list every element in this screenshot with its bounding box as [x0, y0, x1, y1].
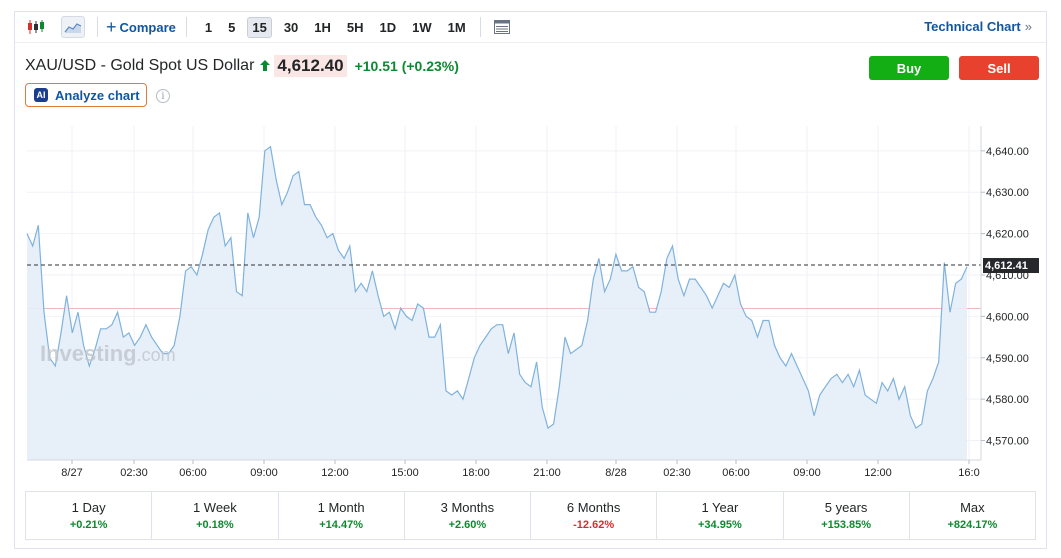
performance-change: +0.21% — [69, 519, 108, 531]
performance-cell[interactable]: 1 Week +0.18% — [152, 492, 279, 539]
compare-label: Compare — [119, 19, 176, 35]
watermark-suffix: .com — [137, 345, 176, 365]
candlestick-icon[interactable] — [25, 16, 47, 38]
performance-cell[interactable]: 1 Day +0.21% — [26, 492, 153, 539]
instrument-name: XAU/USD - Gold Spot US Dollar — [25, 57, 255, 74]
price-change-percent: (+0.23%) — [401, 58, 459, 74]
performance-cell[interactable]: 6 Months -12.62% — [531, 492, 658, 539]
y-tick-label: 4,640.00 — [986, 146, 1029, 158]
y-tick-label: 4,570.00 — [986, 436, 1029, 448]
up-arrow-icon — [260, 59, 271, 74]
x-tick-label: 09:00 — [250, 467, 278, 479]
x-tick-label: 02:30 — [663, 467, 691, 479]
performance-period: 1 Month — [317, 500, 365, 515]
performance-period: 1 Week — [192, 500, 237, 515]
area-chart-icon[interactable] — [61, 16, 85, 38]
performance-change: -12.62% — [573, 519, 615, 531]
y-tick-label: 4,600.00 — [986, 311, 1029, 323]
performance-period: 1 Year — [701, 500, 739, 515]
performance-cell[interactable]: 3 Months +2.60% — [405, 492, 531, 539]
performance-change: +824.17% — [947, 519, 998, 531]
performance-cell[interactable]: 1 Year +34.95% — [657, 492, 784, 539]
performance-period: Max — [960, 500, 985, 515]
x-tick-label: 21:00 — [533, 467, 561, 479]
toolbar-divider — [97, 17, 98, 37]
interval-1[interactable]: 1 — [201, 18, 216, 37]
double-chevron-right-icon: » — [1024, 19, 1032, 34]
x-tick-label: 06:00 — [722, 467, 750, 479]
performance-period: 1 Day — [71, 500, 106, 515]
buy-button[interactable]: Buy — [869, 56, 949, 80]
x-tick-label: 02:30 — [120, 467, 148, 479]
interval-1w[interactable]: 1W — [408, 18, 436, 37]
performance-period: 6 Months — [566, 500, 621, 515]
analyze-chart-label: Analyze chart — [55, 87, 140, 103]
instrument-header: XAU/USD - Gold Spot US Dollar 4,612.40 +… — [25, 55, 459, 77]
last-price: 4,612.40 — [274, 55, 347, 77]
ai-badge-icon: AI — [34, 88, 48, 102]
price-change: +10.51 (+0.23%) — [355, 58, 459, 74]
x-tick-label: 8/28 — [605, 467, 626, 479]
x-tick-label: 12:00 — [321, 467, 349, 479]
technical-chart-link[interactable]: Technical Chart» — [924, 19, 1032, 34]
toolbar-divider — [185, 17, 187, 37]
interval-15[interactable]: 15 — [247, 16, 272, 38]
toolbar-divider — [479, 17, 481, 37]
interval-1m[interactable]: 1M — [444, 18, 470, 37]
plus-icon: + — [106, 17, 117, 37]
performance-cell[interactable]: Max +824.17% — [910, 492, 1035, 539]
x-tick-label: 16:0 — [958, 467, 979, 479]
interval-30[interactable]: 30 — [280, 18, 302, 37]
interval-1d[interactable]: 1D — [376, 18, 401, 37]
performance-change: +34.95% — [698, 519, 742, 531]
performance-change: +2.60% — [448, 519, 487, 531]
interval-1h[interactable]: 1H — [310, 18, 335, 37]
x-tick-label: 06:00 — [179, 467, 207, 479]
price-chart[interactable]: Investing.com 4,640.00 4,630.00 4,620.00 4,6… — [15, 120, 1046, 488]
x-tick-label: 18:00 — [462, 467, 490, 479]
interval-5[interactable]: 5 — [224, 18, 239, 37]
y-tick-label: 4,590.00 — [986, 353, 1029, 365]
compare-button[interactable]: + Compare — [106, 17, 176, 37]
interval-selector: 1 5 15 30 1H 5H 1D 1W 1M — [197, 16, 474, 38]
chart-toolbar: + Compare 1 5 15 30 1H 5H 1D 1W 1M Technical Cha… — [15, 12, 1046, 43]
chart-widget: + Compare 1 5 15 30 1H 5H 1D 1W 1M Technical Cha… — [14, 11, 1047, 549]
table-view-icon[interactable] — [491, 16, 513, 38]
performance-change: +0.18% — [196, 519, 234, 531]
info-icon[interactable]: i — [156, 89, 170, 103]
investing-watermark: Investing.com — [40, 341, 176, 366]
performance-bar: 1 Day +0.21% 1 Week +0.18% 1 Month +14.47% 3 M… — [25, 491, 1036, 540]
performance-period: 5 years — [824, 500, 868, 515]
performance-change: +153.85% — [821, 519, 872, 531]
y-tick-label: 4,630.00 — [986, 187, 1029, 199]
x-tick-label: 12:00 — [864, 467, 892, 479]
watermark-brand: Investing — [40, 341, 137, 366]
x-tick-label: 15:00 — [391, 467, 419, 479]
performance-period: 3 Months — [440, 500, 495, 515]
interval-5h[interactable]: 5H — [343, 18, 368, 37]
x-tick-label: 09:00 — [793, 467, 821, 479]
performance-cell[interactable]: 5 years +153.85% — [784, 492, 910, 539]
performance-cell[interactable]: 1 Month +14.47% — [279, 492, 405, 539]
price-change-value: +10.51 — [354, 58, 398, 74]
last-price-badge-label: 4,612.41 — [985, 260, 1028, 272]
x-tick-label: 8/27 — [61, 467, 82, 479]
analyze-chart-button[interactable]: AI Analyze chart — [25, 83, 147, 107]
technical-chart-label: Technical Chart — [924, 19, 1021, 34]
performance-change: +14.47% — [319, 519, 363, 531]
y-tick-label: 4,620.00 — [986, 229, 1029, 241]
sell-button[interactable]: Sell — [959, 56, 1039, 80]
y-tick-label: 4,580.00 — [986, 394, 1029, 406]
